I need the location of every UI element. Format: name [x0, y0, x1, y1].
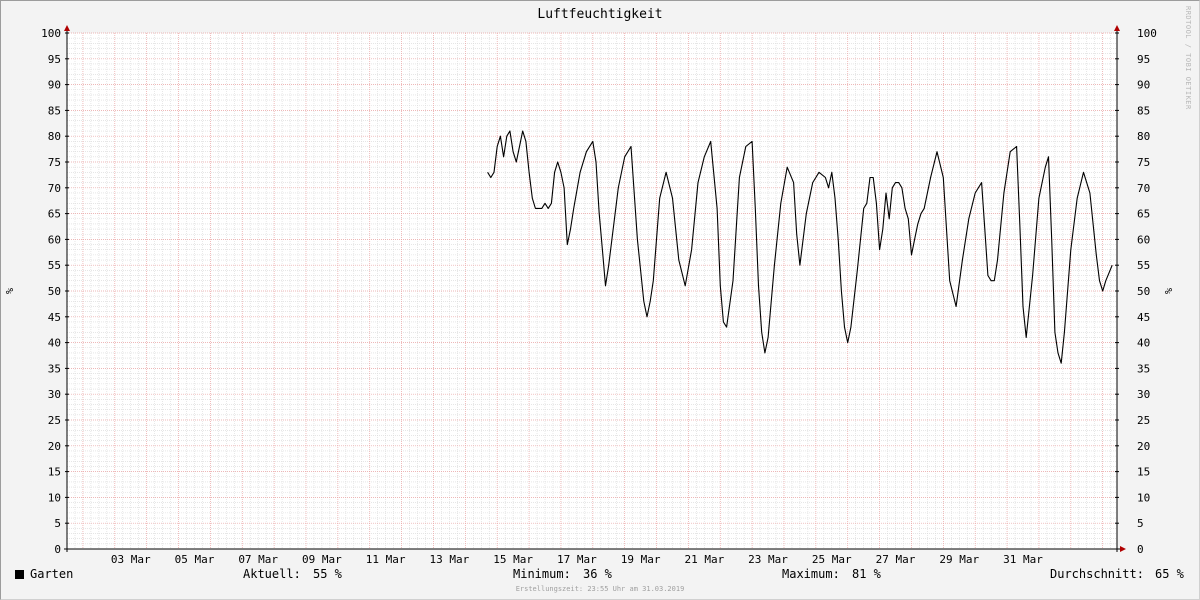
- y-tick-label-right: 0: [1137, 543, 1144, 556]
- y-tick-label-left: 60: [48, 233, 61, 246]
- y-tick-label-left: 75: [48, 156, 61, 169]
- legend-min-value: 36 %: [583, 567, 612, 581]
- legend-max-label: Maximum:: [782, 567, 840, 581]
- y-tick-label-left: 85: [48, 104, 61, 117]
- y-tick-label-right: 60: [1137, 233, 1150, 246]
- y-axis-left-arrow: [64, 25, 70, 31]
- y-tick-label-right: 30: [1137, 388, 1150, 401]
- legend-avg-value: 65 %: [1155, 567, 1184, 581]
- y-tick-label-left: 70: [48, 182, 61, 195]
- footer-timestamp: Erstellungszeit: 23:55 Uhr am 31.03.2019: [515, 585, 685, 593]
- x-tick-label: 19 Mar: [621, 553, 661, 566]
- x-tick-label: 27 Mar: [876, 553, 916, 566]
- y-tick-label-right: 5: [1137, 517, 1144, 530]
- x-tick-label: 23 Mar: [748, 553, 788, 566]
- x-tick-label: 31 Mar: [1003, 553, 1043, 566]
- legend-swatch-garten: [15, 570, 24, 579]
- y-tick-label-left: 55: [48, 259, 61, 272]
- y-tick-label-right: 65: [1137, 208, 1150, 221]
- chart-plot: 0 05 510 1015 1520 2025 2530 3035 3540 4045 4550 50…: [5, 7, 1175, 566]
- legend-max-value: 81 %: [852, 567, 881, 581]
- y-tick-label-left: 40: [48, 337, 61, 350]
- y-tick-label-left: 50: [48, 285, 61, 298]
- y-tick-label-right: 50: [1137, 285, 1150, 298]
- y-tick-label-right: 95: [1137, 53, 1150, 66]
- x-tick-label: 29 Mar: [939, 553, 979, 566]
- y-tick-label-right: 40: [1137, 337, 1150, 350]
- y-tick-label-left: 45: [48, 311, 61, 324]
- y-tick-label-left: 80: [48, 130, 61, 143]
- legend-min-label: Minimum:: [513, 567, 571, 581]
- x-tick-label: 11 Mar: [366, 553, 406, 566]
- y-tick-label-left: 25: [48, 414, 61, 427]
- y-tick-label-right: 75: [1137, 156, 1150, 169]
- x-tick-label: 25 Mar: [812, 553, 852, 566]
- y-tick-label-right: 20: [1137, 440, 1150, 453]
- legend-series-label: Garten: [30, 567, 74, 581]
- y-tick-label-right: 100: [1137, 27, 1157, 40]
- y-tick-label-right: 70: [1137, 182, 1150, 195]
- legend-current-value: 55 %: [313, 567, 342, 581]
- y-tick-label-left: 100: [41, 27, 61, 40]
- y-axis-label-right: %: [1164, 288, 1175, 294]
- x-tick-label: 03 Mar: [111, 553, 151, 566]
- y-tick-label-right: 35: [1137, 362, 1150, 375]
- y-tick-label-left: 5: [54, 517, 61, 530]
- y-tick-label-left: 30: [48, 388, 61, 401]
- chart-title: Luftfeuchtigkeit: [537, 7, 662, 22]
- x-tick-label: 07 Mar: [238, 553, 278, 566]
- legend-avg-label: Durchschnitt:: [1050, 567, 1144, 581]
- y-tick-label-left: 0: [54, 543, 61, 556]
- y-tick-label-left: 20: [48, 440, 61, 453]
- y-tick-label-right: 80: [1137, 130, 1150, 143]
- y-axis-right-arrow: [1114, 25, 1120, 31]
- y-tick-label-right: 45: [1137, 311, 1150, 324]
- y-tick-label-left: 35: [48, 362, 61, 375]
- y-tick-label-right: 15: [1137, 466, 1150, 479]
- x-axis-arrow: [1120, 546, 1126, 552]
- y-tick-label-left: 65: [48, 208, 61, 221]
- y-tick-label-left: 10: [48, 491, 61, 504]
- x-tick-label: 05 Mar: [175, 553, 215, 566]
- x-tick-label: 15 Mar: [493, 553, 533, 566]
- rrdtool-watermark: RRDTOOL / TOBI OETIKER: [1184, 6, 1192, 110]
- x-tick-label: 09 Mar: [302, 553, 342, 566]
- x-tick-label: 13 Mar: [430, 553, 470, 566]
- y-tick-label-right: 85: [1137, 104, 1150, 117]
- y-tick-label-right: 90: [1137, 79, 1150, 92]
- y-tick-label-left: 90: [48, 79, 61, 92]
- legend-current-label: Aktuell:: [243, 567, 301, 581]
- y-tick-label-left: 15: [48, 466, 61, 479]
- y-tick-label-right: 55: [1137, 259, 1150, 272]
- y-tick-label-right: 25: [1137, 414, 1150, 427]
- x-tick-label: 21 Mar: [684, 553, 724, 566]
- y-tick-label-left: 95: [48, 53, 61, 66]
- y-axis-label-left: %: [5, 288, 16, 294]
- y-tick-label-right: 10: [1137, 491, 1150, 504]
- x-tick-label: 17 Mar: [557, 553, 597, 566]
